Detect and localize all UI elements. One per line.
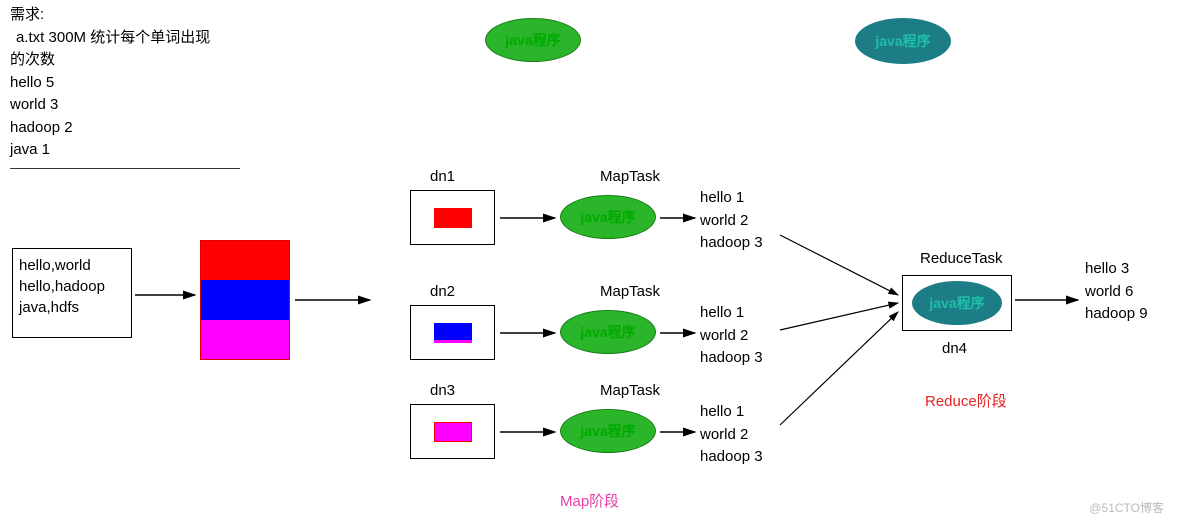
dn1-java-ellipse: java程序 <box>560 195 656 239</box>
divider <box>10 168 240 169</box>
reduce-task-label: ReduceTask <box>920 250 1003 267</box>
requirement-block: 需求: a.txt 300M 统计每个单词出现 的次数 hello 5 worl… <box>10 4 260 169</box>
dn2-box <box>410 305 495 360</box>
dn1-kv: hello 1 world 2 hadoop 3 <box>700 187 763 255</box>
req-row0: hello 5 <box>10 72 260 95</box>
out-row: world 6 <box>1085 281 1148 304</box>
req-row1: world 3 <box>10 94 260 117</box>
out-row: hadoop 9 <box>1085 303 1148 326</box>
req-row2: hadoop 2 <box>10 117 260 140</box>
dn1-box <box>410 190 495 245</box>
req-line2: 的次数 <box>10 49 260 72</box>
dn3-inner-block <box>434 422 472 442</box>
split-block-1 <box>201 241 289 280</box>
dn3-kv: hello 1 world 2 hadoop 3 <box>700 401 763 469</box>
dn1-task-label: MapTask <box>600 168 660 185</box>
dn3-java-ellipse: java程序 <box>560 409 656 453</box>
dn3-box <box>410 404 495 459</box>
kv-row: hello 1 <box>700 187 763 210</box>
kv-row: hello 1 <box>700 302 763 325</box>
kv-row: world 2 <box>700 210 763 233</box>
dn2-task-label: MapTask <box>600 283 660 300</box>
dn3-label: dn3 <box>430 382 455 399</box>
input-line1: hello,hadoop <box>19 276 125 297</box>
dn3-task-label: MapTask <box>600 382 660 399</box>
reduce-box: java程序 <box>902 275 1012 331</box>
reduce-phase-label: Reduce阶段 <box>925 390 1007 411</box>
dn2-label: dn2 <box>430 283 455 300</box>
kv-row: hadoop 3 <box>700 232 763 255</box>
dn2-inner-block <box>434 323 472 343</box>
dn4-label: dn4 <box>942 340 967 357</box>
input-line2: java,hdfs <box>19 297 125 318</box>
java-label: java程序 <box>875 31 930 51</box>
req-row3: java 1 <box>10 139 260 162</box>
out-row: hello 3 <box>1085 258 1148 281</box>
java-label: java程序 <box>580 322 635 342</box>
java-label: java程序 <box>505 30 560 50</box>
req-line1: a.txt 300M 统计每个单词出现 <box>10 27 260 50</box>
split-block-3 <box>201 320 289 359</box>
dn2-java-ellipse: java程序 <box>560 310 656 354</box>
map-phase-label: Map阶段 <box>560 490 619 511</box>
java-program-ellipse-top-teal: java程序 <box>855 18 951 64</box>
reduce-java-ellipse: java程序 <box>912 281 1002 325</box>
kv-row: world 2 <box>700 424 763 447</box>
input-file-box: hello,world hello,hadoop java,hdfs <box>12 248 132 338</box>
dn1-label: dn1 <box>430 168 455 185</box>
split-block-box <box>200 240 290 360</box>
req-title: 需求: <box>10 4 260 27</box>
java-label: java程序 <box>580 421 635 441</box>
kv-row: hadoop 3 <box>700 347 763 370</box>
kv-row: hello 1 <box>700 401 763 424</box>
split-block-2 <box>201 280 289 319</box>
java-label: java程序 <box>580 207 635 227</box>
java-program-ellipse-top-green: java程序 <box>485 18 581 62</box>
kv-row: world 2 <box>700 325 763 348</box>
input-line0: hello,world <box>19 255 125 276</box>
kv-row: hadoop 3 <box>700 446 763 469</box>
watermark: @51CTO博客 <box>1089 499 1164 516</box>
java-label: java程序 <box>929 293 984 313</box>
dn1-inner-block <box>434 208 472 228</box>
dn2-kv: hello 1 world 2 hadoop 3 <box>700 302 763 370</box>
reduce-output: hello 3 world 6 hadoop 9 <box>1085 258 1148 326</box>
